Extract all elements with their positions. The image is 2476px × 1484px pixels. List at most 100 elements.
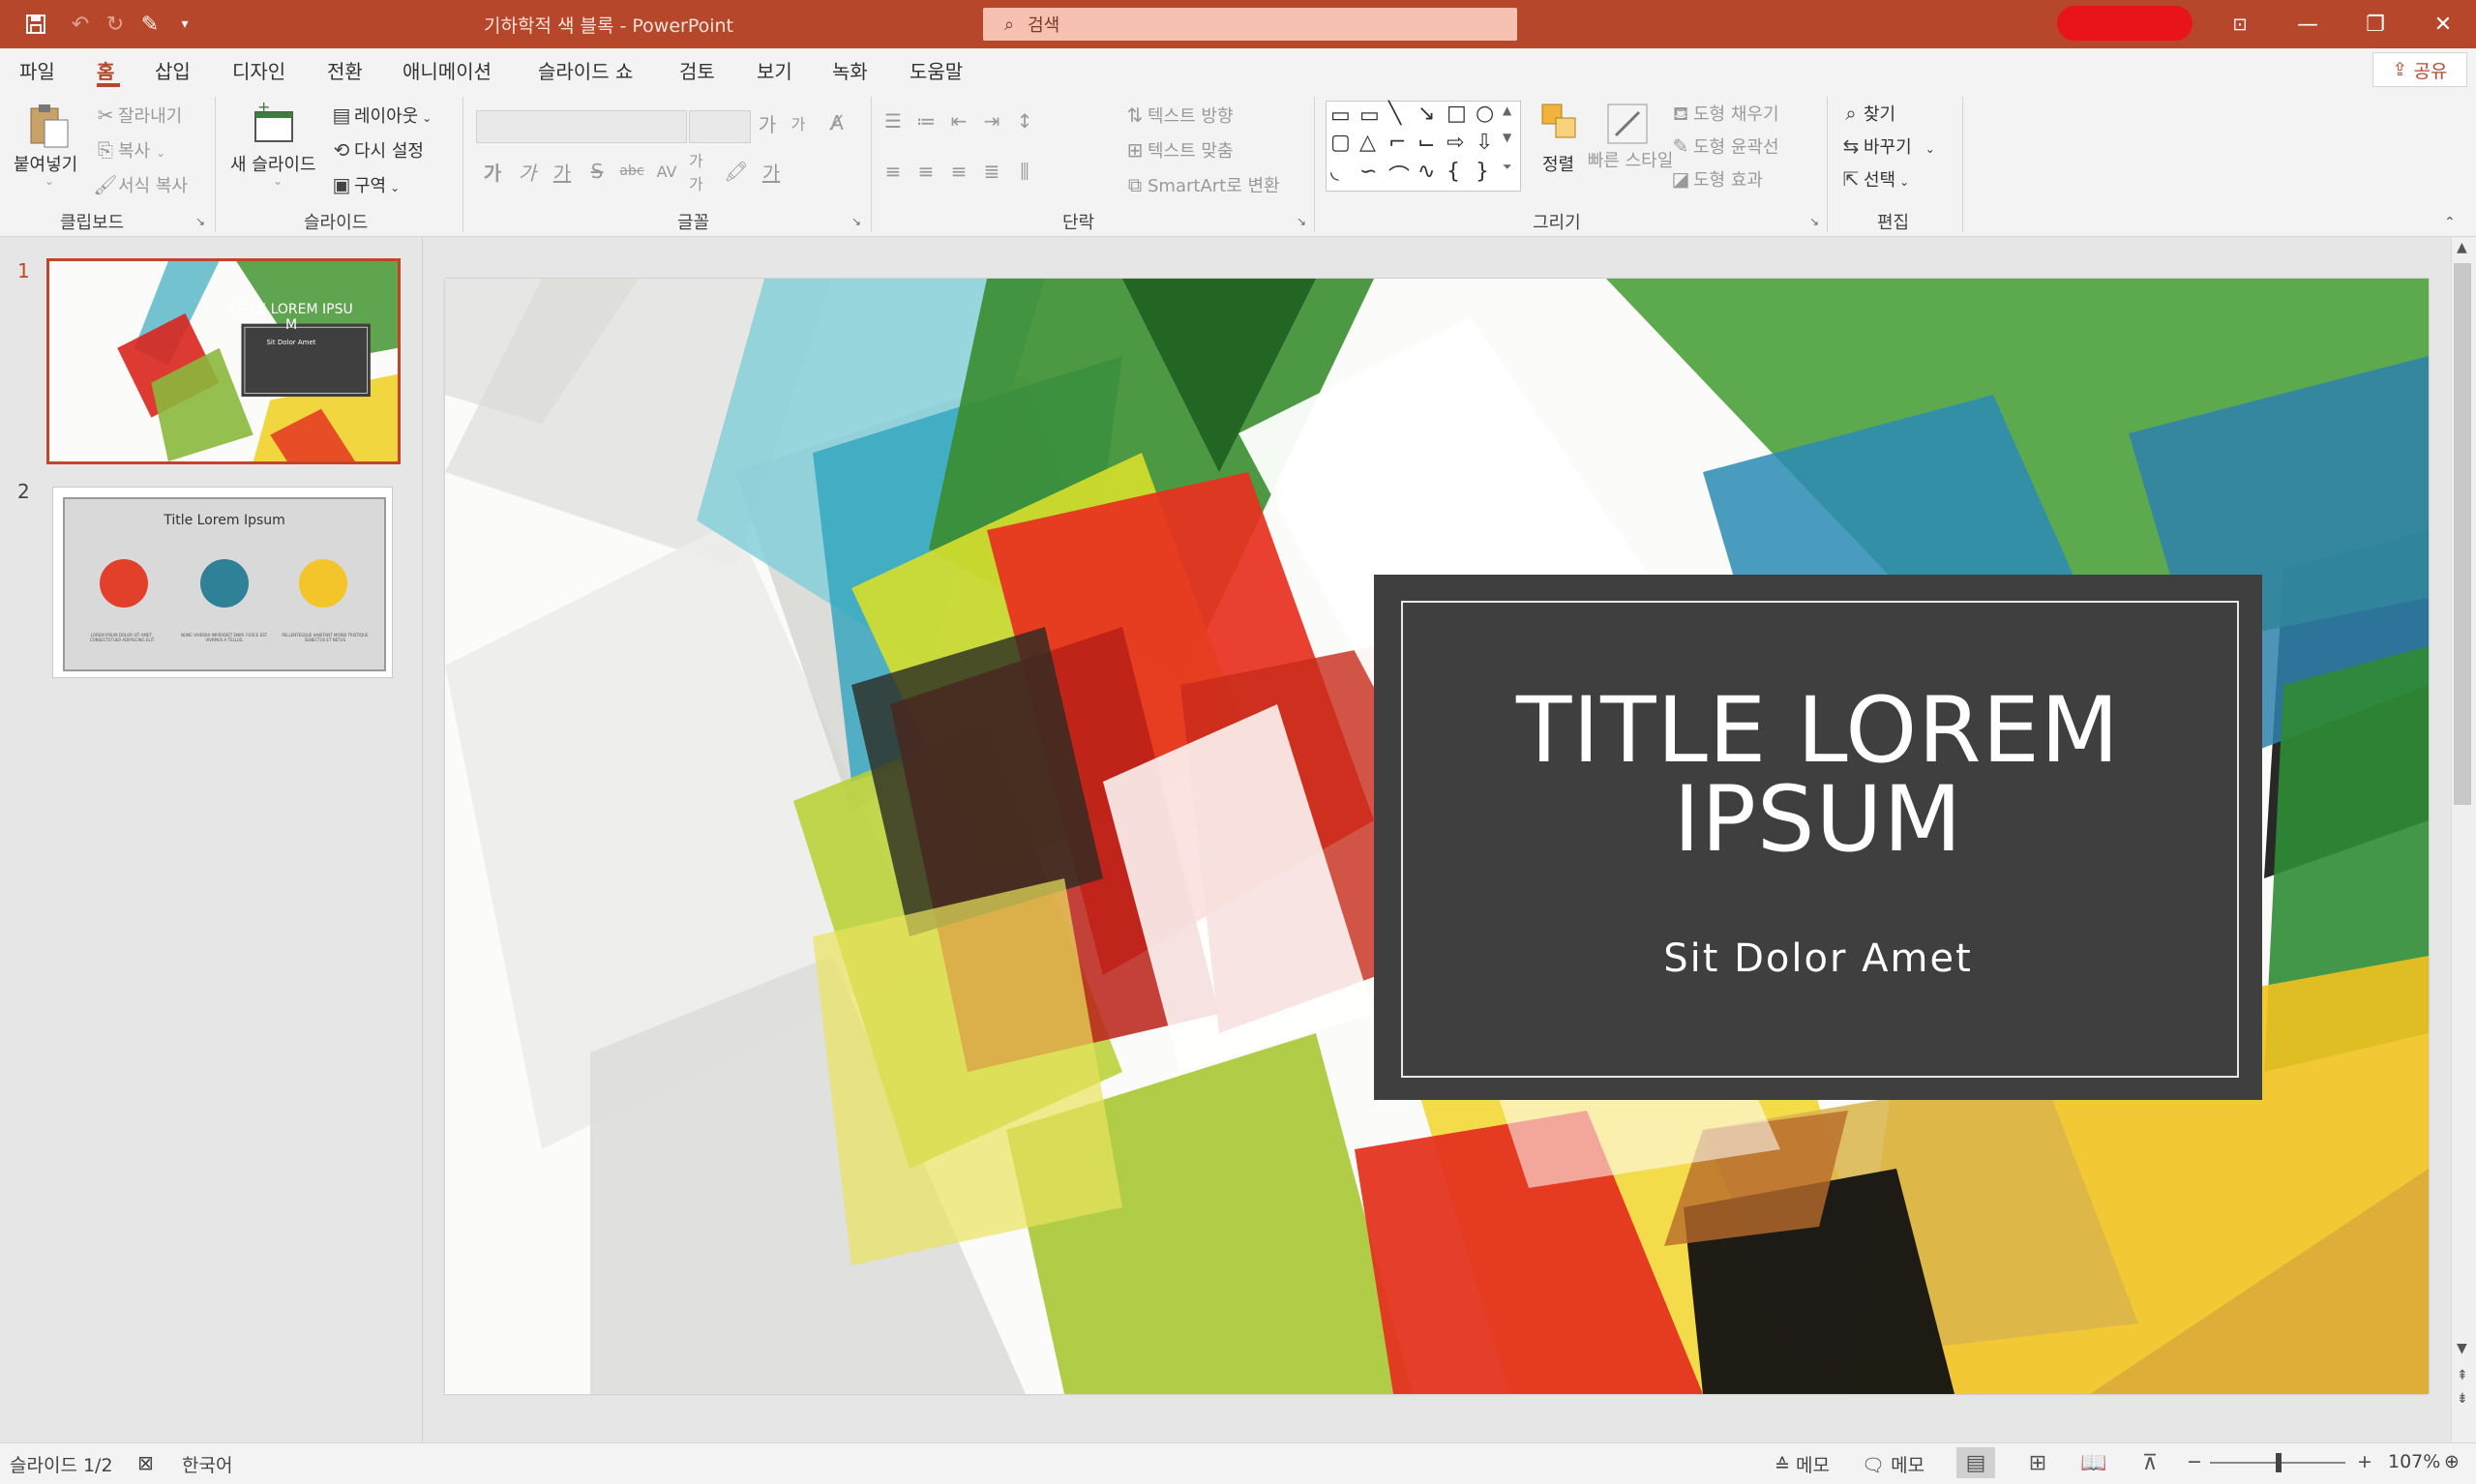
right-arrow-shape-icon[interactable]: ⇨ xyxy=(1447,131,1464,155)
next-slide-icon[interactable]: ⇟ xyxy=(2457,1391,2468,1407)
close-button[interactable]: ✕ xyxy=(2409,0,2476,48)
new-slide-dropdown-icon[interactable]: ⌄ xyxy=(273,174,283,188)
find-button[interactable]: ⌕ 찾기 xyxy=(1838,101,1895,126)
bold-button[interactable]: 가 xyxy=(480,159,505,185)
textbox-shape-icon[interactable]: ▭ xyxy=(1330,104,1351,128)
cut-button[interactable]: ✂ 잘라내기 xyxy=(93,103,183,128)
select-button[interactable]: ⇱ 선택 ⌄ xyxy=(1838,166,1910,192)
align-center-icon[interactable]: ≡ xyxy=(913,159,939,184)
right-brace-shape-icon[interactable]: } xyxy=(1476,160,1489,184)
quick-styles-button[interactable]: 빠른 스타일 xyxy=(1587,151,1674,172)
char-spacing-button[interactable]: AV xyxy=(654,159,679,184)
format-painter-button[interactable]: 🖌서식 복사 xyxy=(93,172,188,197)
font-shrink-button[interactable]: 가 xyxy=(786,110,811,135)
clipboard-launcher-icon[interactable]: ↘ xyxy=(195,215,205,228)
freeform-shape-icon[interactable]: ◟ xyxy=(1330,160,1339,184)
connector-shape-icon[interactable]: ⌐ xyxy=(1388,131,1406,155)
gallery-up-icon[interactable]: ▲ xyxy=(1503,104,1511,117)
decrease-indent-icon[interactable]: ⇤ xyxy=(946,108,971,134)
layout-button[interactable]: ▤ 레이아웃 ⌄ xyxy=(329,103,433,128)
share-button[interactable]: ⇪ 공유 xyxy=(2372,52,2467,87)
slide-thumbnail-2[interactable]: Title Lorem Ipsum LOREM IPSUM DOLOR SIT … xyxy=(52,487,393,678)
new-slide-icon[interactable]: + xyxy=(250,98,300,155)
slide-sorter-icon[interactable]: ⊞ xyxy=(2018,1447,2057,1478)
gallery-more-icon[interactable]: ⏷ xyxy=(1503,160,1512,174)
tab-transitions[interactable]: 전환 xyxy=(327,56,363,84)
user-account[interactable] xyxy=(2057,6,2193,41)
normal-view-icon[interactable]: ▤ xyxy=(1956,1447,1995,1478)
tab-insert[interactable]: 삽입 xyxy=(155,56,191,84)
slide-title[interactable]: TITLE LOREM IPSUM xyxy=(1401,686,2235,866)
vertical-textbox-shape-icon[interactable]: ▭ xyxy=(1359,104,1380,128)
comments-button[interactable]: 🗨 메모 xyxy=(1862,1451,1924,1477)
tab-view[interactable]: 보기 xyxy=(757,56,792,84)
restore-button[interactable]: ❐ xyxy=(2342,0,2409,48)
search-box[interactable]: ⌕ 검색 xyxy=(983,8,1517,41)
tab-design[interactable]: 디자인 xyxy=(232,56,285,84)
justify-icon[interactable]: ≣ xyxy=(979,159,1004,184)
strikethrough-button[interactable]: abc xyxy=(619,159,644,184)
shape-effects-button[interactable]: ◪ 도형 효과 xyxy=(1668,166,1763,192)
pen-icon[interactable]: ✎ xyxy=(135,10,164,39)
customize-toolbar-icon[interactable]: ▾ xyxy=(170,10,199,39)
down-arrow-shape-icon[interactable]: ⇩ xyxy=(1476,131,1493,155)
ribbon-display-options-icon[interactable]: ⊡ xyxy=(2206,0,2274,48)
font-launcher-icon[interactable]: ↘ xyxy=(851,215,861,228)
font-name-field[interactable] xyxy=(476,110,687,143)
bullets-icon[interactable]: ☰ xyxy=(880,108,906,134)
save-icon[interactable] xyxy=(21,10,50,39)
reset-button[interactable]: ⟲ 다시 설정 xyxy=(329,137,424,163)
wave-shape-icon[interactable]: ∿ xyxy=(1417,160,1435,184)
paste-dropdown-icon[interactable]: ⌄ xyxy=(45,174,54,188)
scroll-down-icon[interactable]: ▼ xyxy=(2457,1341,2467,1356)
previous-slide-icon[interactable]: ⇞ xyxy=(2457,1368,2468,1383)
rounded-rect-shape-icon[interactable]: ▢ xyxy=(1330,131,1351,155)
minimize-button[interactable]: — xyxy=(2274,0,2342,48)
align-right-icon[interactable]: ≡ xyxy=(946,159,971,184)
slide-subtitle[interactable]: Sit Dolor Amet xyxy=(1401,936,2235,981)
quick-styles-icon[interactable] xyxy=(1604,101,1651,151)
left-brace-shape-icon[interactable]: { xyxy=(1447,160,1460,184)
tab-file[interactable]: 파일 xyxy=(19,56,55,84)
copy-button[interactable]: ⎘ 복사 ⌄ xyxy=(93,137,165,163)
line-shape-icon[interactable]: ╲ xyxy=(1388,102,1401,126)
zoom-slider-thumb[interactable] xyxy=(2276,1453,2282,1472)
shape-outline-button[interactable]: ✎ 도형 윤곽선 xyxy=(1668,134,1779,159)
slideshow-view-icon[interactable]: ⊼ xyxy=(2131,1447,2169,1478)
new-slide-button[interactable]: 새 슬라이드 xyxy=(230,151,316,176)
arrange-icon[interactable] xyxy=(1538,101,1581,147)
accessibility-icon[interactable]: ⊠ xyxy=(137,1451,154,1474)
shape-fill-button[interactable]: ⛾ 도형 채우기 xyxy=(1668,101,1779,128)
change-case-button[interactable]: 가가 xyxy=(689,152,714,193)
tab-help[interactable]: 도움말 xyxy=(910,56,963,84)
paste-button[interactable]: 붙여넣기 xyxy=(14,151,77,176)
arrange-button[interactable]: 정렬 xyxy=(1542,151,1574,176)
gallery-down-icon[interactable]: ▼ xyxy=(1503,131,1511,144)
arrow-line-shape-icon[interactable]: ↘ xyxy=(1417,102,1435,126)
elbow-shape-icon[interactable]: ⌙ xyxy=(1417,131,1435,155)
undo-icon[interactable]: ↶ xyxy=(66,10,95,39)
curve-shape-icon[interactable]: ∽ xyxy=(1359,160,1377,184)
notes-button[interactable]: ≙ 메모 xyxy=(1775,1451,1830,1477)
triangle-shape-icon[interactable]: △ xyxy=(1359,131,1376,155)
drawing-launcher-icon[interactable]: ↘ xyxy=(1809,215,1819,228)
paragraph-launcher-icon[interactable]: ↘ xyxy=(1297,215,1306,228)
zoom-level[interactable]: 107% xyxy=(2388,1451,2440,1472)
align-left-icon[interactable]: ≡ xyxy=(880,159,906,184)
zoom-out-icon[interactable]: − xyxy=(2187,1451,2202,1472)
tab-home[interactable]: 홈 xyxy=(97,56,114,84)
text-direction-button[interactable]: ⇅ 텍스트 방향 xyxy=(1122,103,1234,128)
reading-view-icon[interactable]: 📖 xyxy=(2074,1447,2113,1478)
italic-button[interactable]: 가 xyxy=(515,159,540,185)
scrollbar-thumb[interactable] xyxy=(2454,263,2471,805)
font-grow-button[interactable]: 가 xyxy=(755,110,780,136)
tab-slideshow[interactable]: 슬라이드 쇼 xyxy=(538,56,633,84)
shapes-gallery[interactable]: ▭ ▭ ╲ ↘ □ ○ ▢ △ ⌐ ⌙ ⇨ ⇩ ◟ ∽ ⌒ ∿ { } ▲ ▼ … xyxy=(1326,101,1521,192)
rectangle-shape-icon[interactable]: □ xyxy=(1447,102,1467,126)
replace-button[interactable]: ⇆ 바꾸기 ⌄ xyxy=(1838,134,1935,159)
columns-icon[interactable]: ⫼ xyxy=(1012,159,1037,184)
language-indicator[interactable]: 한국어 xyxy=(182,1451,232,1477)
section-button[interactable]: ▣ 구역 ⌄ xyxy=(329,172,401,197)
paste-icon[interactable] xyxy=(23,101,74,155)
font-size-field[interactable] xyxy=(689,110,751,143)
